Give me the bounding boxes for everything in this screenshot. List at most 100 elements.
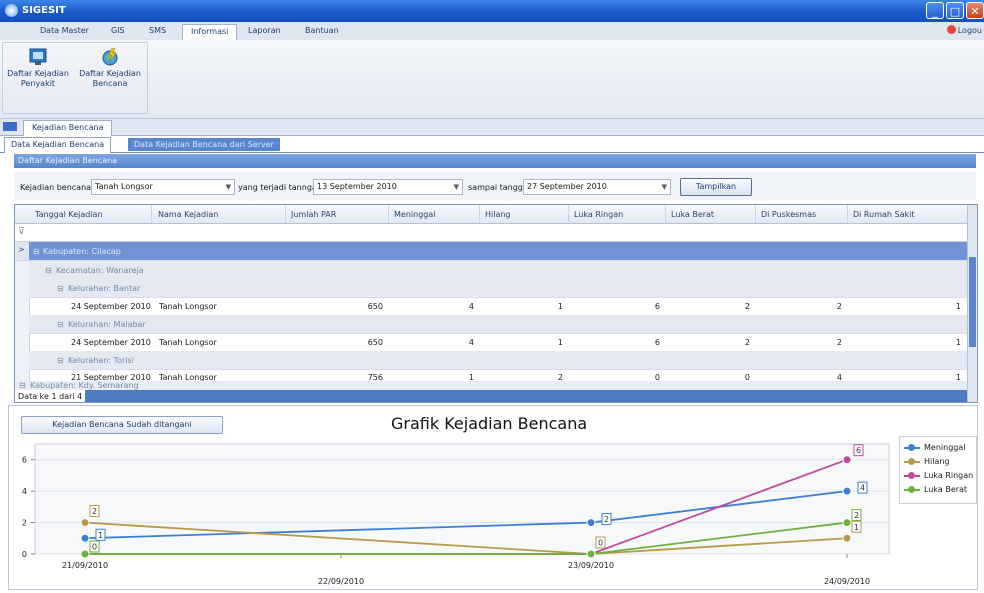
group-row-kelurahan[interactable]: ⊟ Kelurahan: Torisi: [29, 351, 969, 370]
data-label: 2: [92, 507, 97, 516]
menu-tab-laporan[interactable]: Laporan: [248, 26, 281, 35]
expand-icon[interactable]: ⊟: [57, 284, 64, 293]
data-point: [842, 533, 852, 543]
menu-tab-informasi[interactable]: Informasi: [182, 24, 238, 40]
minimize-button[interactable]: _: [926, 2, 944, 19]
legend-label: Hilang: [924, 457, 950, 466]
data-point: [80, 518, 90, 528]
tab-data-dari-server[interactable]: Data Kejadian Bencana dari Server: [128, 138, 280, 151]
scrollbar-thumb[interactable]: [969, 257, 976, 347]
menu-bar: Data Master GIS SMS Informasi Laporan Ba…: [0, 22, 984, 41]
col-meninggal[interactable]: Meninggal: [394, 210, 435, 219]
chart-title: Grafik Kejadian Bencana: [391, 414, 588, 433]
maximize-button[interactable]: □: [946, 2, 964, 19]
col-luka-berat[interactable]: Luka Berat: [671, 210, 714, 219]
data-point: [842, 455, 852, 465]
data-label: 0: [598, 539, 603, 548]
legend-marker: [908, 486, 915, 493]
close-button[interactable]: ✕: [966, 2, 984, 19]
cell-nama: Tanah Longsor: [159, 338, 217, 347]
data-label: 4: [860, 484, 865, 493]
table-row[interactable]: 24 September 2010 Tanah Longsor 650 4 1 …: [29, 297, 969, 316]
menu-tab-bantuan[interactable]: Bantuan: [305, 26, 339, 35]
document-tabs: Kejadian Bencana: [0, 119, 984, 136]
kejadian-sudah-ditangani-button[interactable]: Kejadian Bencana Sudah ditangani: [21, 416, 223, 434]
expand-icon[interactable]: ⊟: [45, 266, 52, 275]
filter-icon[interactable]: ⊽: [18, 227, 25, 237]
menu-tab-data-master[interactable]: Data Master: [40, 26, 89, 35]
from-date-value: 13 September 2010: [317, 182, 397, 191]
y-tick-label: 2: [22, 519, 27, 528]
row-selector[interactable]: [15, 315, 30, 334]
logout-button[interactable]: Logou: [946, 25, 982, 35]
cell-jumlah-par: 650: [367, 338, 383, 347]
to-date-picker[interactable]: 27 September 2010 ▼: [523, 179, 671, 195]
from-date-picker[interactable]: 13 September 2010 ▼: [313, 179, 463, 195]
daftar-kejadian-penyakit-button[interactable]: Daftar Kejadian Penyakit: [4, 46, 72, 89]
globe-lightning-icon: [102, 48, 118, 66]
cell-luka-berat: 2: [744, 338, 750, 347]
data-label: 0: [92, 543, 97, 552]
expand-icon[interactable]: ⊟: [57, 320, 64, 329]
cell-luka-ringan: 6: [654, 338, 660, 347]
vertical-scrollbar[interactable]: [967, 205, 977, 402]
cell-jumlah-par: 650: [367, 302, 383, 311]
cell-di-puskesmas: 2: [836, 338, 842, 347]
to-date-value: 27 September 2010: [527, 182, 607, 191]
group-label: Kabupaten: Kdy. Semarang: [30, 381, 139, 390]
legend-label: Luka Berat: [924, 485, 968, 494]
col-luka-ringan[interactable]: Luka Ringan: [574, 210, 623, 219]
data-point: [842, 518, 852, 528]
group-row-kelurahan[interactable]: ⊟ Kelurahan: Bantar: [29, 279, 969, 298]
tab-menu-button[interactable]: [3, 122, 17, 131]
expand-icon[interactable]: ⊟: [57, 356, 64, 365]
tampilkan-button[interactable]: Tampilkan: [680, 178, 752, 196]
menu-tab-sms[interactable]: SMS: [149, 26, 166, 35]
data-label: 2: [604, 515, 609, 524]
group-row-kecamatan[interactable]: ⊟ Kecamatan: Wanareja: [29, 261, 969, 280]
row-selector[interactable]: [15, 333, 30, 352]
row-indicator[interactable]: >: [15, 242, 30, 261]
row-selector[interactable]: [15, 261, 30, 280]
legend-marker: [908, 472, 915, 479]
col-jumlah-par[interactable]: Jumlah PAR: [291, 210, 336, 219]
monitor-icon: [29, 48, 47, 65]
chevron-down-icon: ▼: [225, 183, 231, 191]
col-tanggal[interactable]: Tanggal Kejadian: [35, 210, 103, 219]
row-selector[interactable]: [15, 351, 30, 370]
data-point: [586, 549, 596, 559]
window-title: SIGESIT: [22, 5, 66, 16]
col-nama[interactable]: Nama Kejadian: [158, 210, 218, 219]
tab-kejadian-bencana[interactable]: Kejadian Bencana: [23, 120, 113, 136]
group-label: Kelurahan: Malabar: [68, 320, 146, 329]
group-label: Kabupaten: Cilacap: [43, 247, 121, 256]
data-label: 2: [854, 511, 859, 520]
col-di-rumah-sakit[interactable]: Di Rumah Sakit: [853, 210, 914, 219]
data-label: 1: [98, 531, 103, 540]
chart-panel: Kejadian Bencana Sudah ditangani Grafik …: [8, 405, 978, 590]
cell-hilang: 1: [557, 302, 563, 311]
kejadian-label: Kejadian bencana: [20, 183, 92, 192]
x-tick-label: 24/09/2010: [824, 577, 870, 586]
tab-data-kejadian-bencana[interactable]: Data Kejadian Bencana: [4, 137, 112, 153]
expand-icon[interactable]: ⊟: [33, 247, 40, 256]
cell-luka-berat: 2: [744, 302, 750, 311]
table-row[interactable]: 24 September 2010 Tanah Longsor 650 4 1 …: [29, 333, 969, 352]
col-di-puskesmas[interactable]: Di Puskesmas: [761, 210, 816, 219]
grid-filter-row[interactable]: ⊽: [15, 224, 969, 242]
row-selector[interactable]: [15, 279, 30, 298]
expand-icon[interactable]: ⊟: [19, 381, 26, 390]
daftar-kejadian-bencana-button[interactable]: Daftar Kejadian Bencana: [76, 46, 144, 89]
kejadian-combo[interactable]: Tanah Longsor ▼: [91, 179, 235, 195]
group-row-kabupaten[interactable]: ⊟ Kabupaten: Cilacap: [29, 242, 969, 261]
row-selector[interactable]: [15, 297, 30, 316]
pager-label: Data ke 1 dari 4: [15, 390, 86, 402]
data-point: [842, 486, 852, 496]
legend-label: Meninggal: [924, 443, 966, 452]
group-row-kelurahan[interactable]: ⊟ Kelurahan: Malabar: [29, 315, 969, 334]
col-hilang[interactable]: Hilang: [485, 210, 511, 219]
x-tick-label: 21/09/2010: [62, 561, 108, 570]
grid-header: Tanggal Kejadian Nama Kejadian Jumlah PA…: [15, 205, 969, 224]
menu-tab-gis[interactable]: GIS: [111, 26, 125, 35]
section-header: Daftar Kejadian Bencana: [14, 154, 976, 168]
